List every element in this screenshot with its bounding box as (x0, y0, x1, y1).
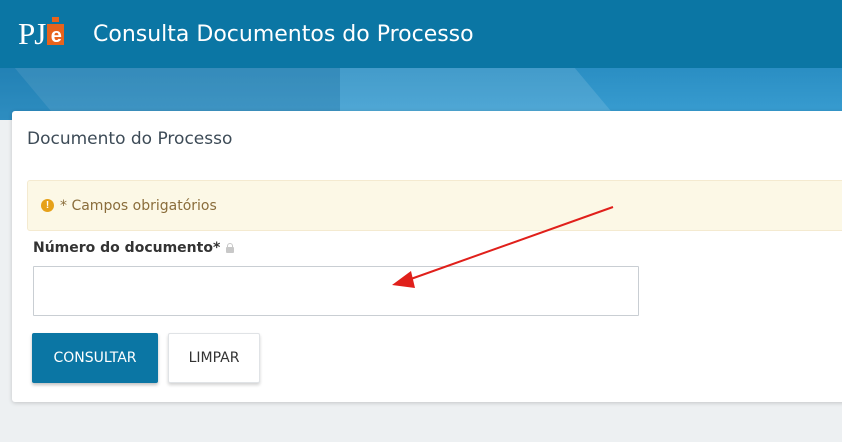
limpar-button[interactable]: LIMPAR (168, 333, 260, 383)
document-number-input[interactable] (33, 266, 639, 316)
exclamation-circle-icon: ! (41, 199, 54, 212)
document-number-label-text: Número do documento* (33, 240, 221, 256)
alert-text: * Campos obrigatórios (60, 197, 217, 214)
consultar-button[interactable]: CONSULTAR (32, 333, 158, 383)
page-title: Consulta Documentos do Processo (93, 22, 474, 47)
lock-icon (226, 243, 235, 253)
required-fields-alert: ! * Campos obrigatórios (27, 180, 842, 231)
top-bar: PJ e Consulta Documentos do Processo (0, 0, 842, 68)
document-number-label: Número do documento* (33, 240, 235, 256)
logo-e-badge: e (47, 17, 65, 47)
logo-letters-pj: PJ (18, 16, 46, 51)
document-panel: Documento do Processo ! * Campos obrigat… (12, 111, 842, 402)
panel-title: Documento do Processo (27, 129, 233, 149)
pje-logo[interactable]: PJ e (18, 16, 65, 52)
